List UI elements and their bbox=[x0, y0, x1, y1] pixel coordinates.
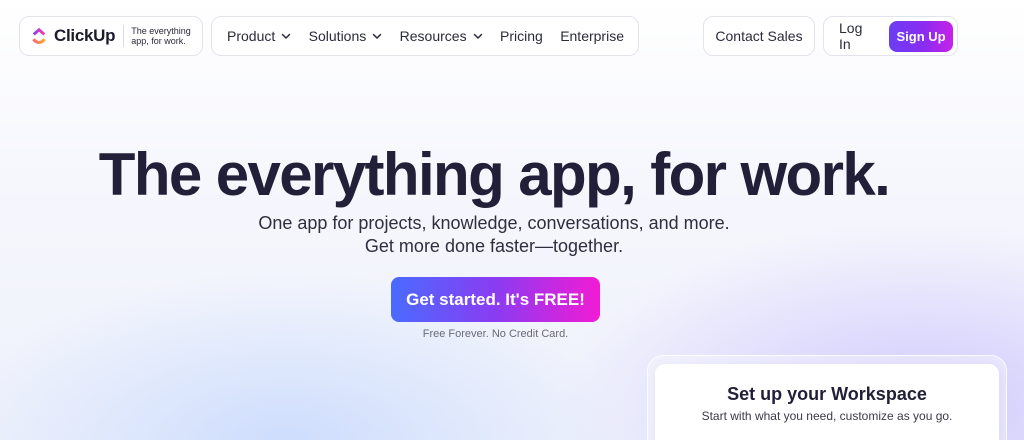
brand-name: ClickUp bbox=[54, 26, 116, 45]
main-menu: Product Solutions Resources Pricing Ente… bbox=[211, 16, 639, 56]
cta-note: Free Forever. No Credit Card. bbox=[422, 328, 569, 340]
contact-sales-button[interactable]: Contact Sales bbox=[703, 16, 815, 56]
chevron-down-icon bbox=[373, 33, 382, 39]
workspace-setup-card: Set up your Workspace Start with what yo… bbox=[655, 364, 999, 440]
menu-item-pricing[interactable]: Pricing bbox=[500, 28, 543, 44]
menu-item-product[interactable]: Product bbox=[227, 28, 291, 44]
brand-logo-link[interactable]: ClickUp The everything app, for work. bbox=[19, 16, 203, 56]
chevron-down-icon bbox=[282, 33, 291, 39]
get-started-button[interactable]: Get started. It's FREE! bbox=[391, 277, 600, 322]
menu-item-label: Resources bbox=[399, 28, 467, 44]
menu-item-label: Solutions bbox=[308, 28, 367, 44]
menu-item-enterprise[interactable]: Enterprise bbox=[560, 28, 624, 44]
workspace-card-subtitle: Start with what you need, customize as y… bbox=[701, 409, 953, 423]
hero-subtitle: One app for projects, knowledge, convers… bbox=[0, 212, 988, 258]
menu-item-solutions[interactable]: Solutions bbox=[309, 28, 383, 44]
menu-item-label: Enterprise bbox=[560, 28, 624, 44]
hero-subtitle-line: One app for projects, knowledge, convers… bbox=[258, 213, 730, 233]
brand-divider bbox=[123, 25, 125, 47]
chevron-down-icon bbox=[473, 33, 482, 39]
hero-subtitle-line: Get more done faster—together. bbox=[364, 236, 624, 256]
clickup-logo-icon bbox=[32, 27, 46, 44]
menu-item-resources[interactable]: Resources bbox=[400, 28, 483, 44]
brand-tagline: The everything app, for work. bbox=[131, 26, 191, 46]
hero-title: The everything app, for work. bbox=[98, 141, 891, 208]
signup-button[interactable]: Sign Up bbox=[889, 20, 953, 52]
auth-group: Log In Sign Up bbox=[823, 16, 958, 56]
login-link[interactable]: Log In bbox=[839, 20, 876, 52]
menu-item-label: Pricing bbox=[499, 28, 543, 44]
menu-item-label: Product bbox=[227, 28, 276, 44]
workspace-card-title: Set up your Workspace bbox=[727, 384, 927, 404]
top-navigation: ClickUp The everything app, for work. Pr… bbox=[0, 16, 1024, 56]
